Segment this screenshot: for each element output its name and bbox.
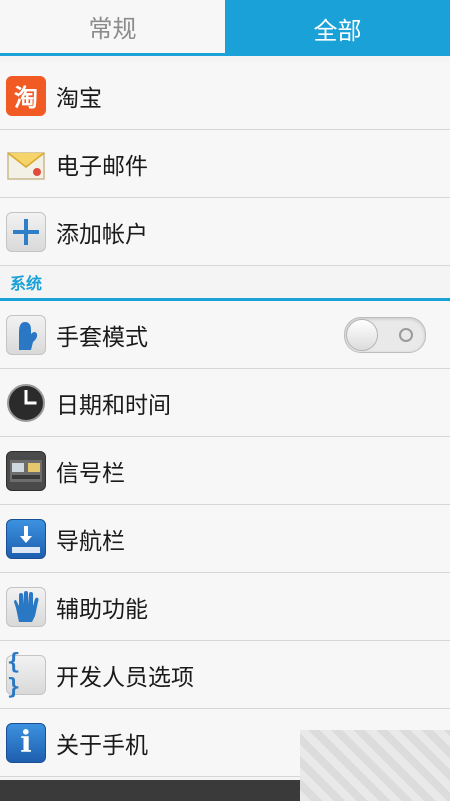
hand-icon (6, 586, 46, 627)
toggle-knob (346, 319, 378, 351)
list-item-developer-options[interactable]: { } 开发人员选项 (0, 641, 450, 709)
toggle-off-indicator (399, 328, 413, 342)
list-item-label: 导航栏 (56, 528, 125, 555)
signal-bar-icon (6, 450, 46, 491)
bottom-bar (0, 780, 300, 801)
glove-icon (6, 314, 46, 355)
list-item-accessibility[interactable]: 辅助功能 (0, 573, 450, 641)
braces-icon: { } (6, 650, 46, 700)
list-item-add-account[interactable]: 添加帐户 (0, 198, 450, 266)
clock-icon (6, 383, 46, 423)
tab-all[interactable]: 全部 (225, 0, 450, 56)
list-item-label: 关于手机 (56, 732, 148, 759)
glove-mode-toggle[interactable] (344, 317, 426, 353)
settings-list: 淘 淘宝 电子邮件 添加帐户 系统 手套模式 日期和时间 信号栏 导航栏 辅助功… (0, 62, 450, 777)
list-item-date-time[interactable]: 日期和时间 (0, 369, 450, 437)
list-item-label: 电子邮件 (56, 153, 148, 180)
tab-bar: 常规 全部 (0, 0, 450, 56)
list-item-label: 辅助功能 (56, 596, 148, 623)
list-item-signal-bar[interactable]: 信号栏 (0, 437, 450, 505)
email-icon (6, 144, 46, 184)
list-item-label: 信号栏 (56, 460, 125, 487)
list-item-label: 淘宝 (56, 85, 102, 112)
navigation-bar-icon (6, 518, 46, 559)
list-item-label: 添加帐户 (56, 221, 148, 248)
list-item-label: 开发人员选项 (56, 664, 194, 691)
list-item-taobao[interactable]: 淘 淘宝 (0, 62, 450, 130)
watermark-area (300, 730, 450, 801)
list-item-email[interactable]: 电子邮件 (0, 130, 450, 198)
info-icon: i (6, 722, 46, 763)
tab-general[interactable]: 常规 (0, 0, 225, 56)
section-header-system: 系统 (0, 266, 450, 301)
taobao-icon: 淘 (6, 75, 46, 116)
list-item-label: 日期和时间 (56, 392, 171, 419)
list-item-label: 手套模式 (56, 324, 148, 351)
plus-icon (6, 211, 46, 252)
list-item-glove-mode[interactable]: 手套模式 (0, 301, 450, 369)
list-item-navigation-bar[interactable]: 导航栏 (0, 505, 450, 573)
